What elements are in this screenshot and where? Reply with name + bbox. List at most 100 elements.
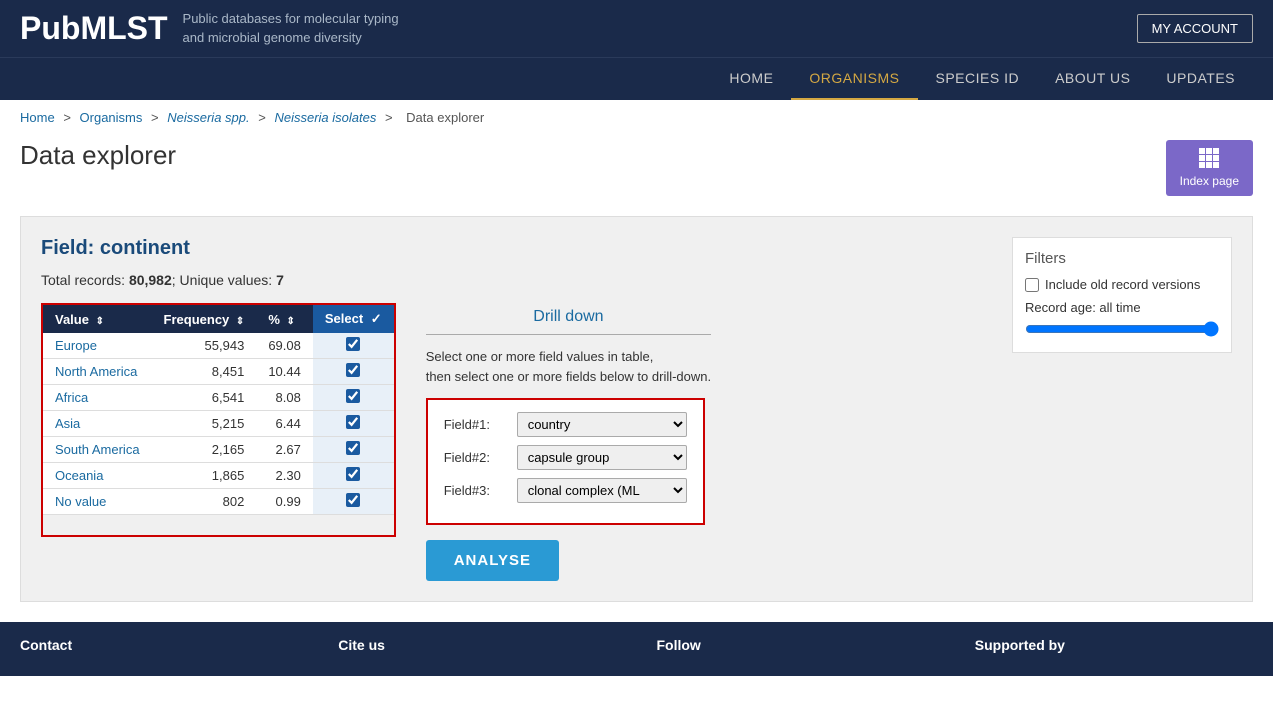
- drill-field-select-3[interactable]: country capsule group clonal complex (ML…: [517, 478, 687, 503]
- unique-values-value: 7: [276, 272, 284, 288]
- data-table-wrapper: Value ⇕ Frequency ⇕ % ⇕: [41, 303, 396, 537]
- table-value-link[interactable]: South America: [55, 442, 140, 457]
- nav-about-us[interactable]: ABOUT US: [1037, 58, 1148, 100]
- include-old-label: Include old record versions: [1045, 277, 1200, 292]
- table-cell-percent: 2.67: [256, 437, 313, 463]
- table-value-link[interactable]: North America: [55, 364, 137, 379]
- table-cell-frequency: 55,943: [152, 333, 257, 359]
- table-cell-value: Africa: [43, 385, 152, 411]
- breadcrumb-organisms[interactable]: Organisms: [80, 110, 143, 125]
- drill-section: Drill down Select one or more field valu…: [426, 308, 711, 581]
- table-cell-percent: 10.44: [256, 359, 313, 385]
- row-checkbox[interactable]: [346, 415, 360, 429]
- table-cell-select: [313, 359, 394, 385]
- row-checkbox[interactable]: [346, 363, 360, 377]
- grid-icon: [1199, 148, 1219, 168]
- field-title: Field: continent: [41, 237, 992, 260]
- logo-tagline: Public databases for molecular typing an…: [183, 10, 399, 46]
- drill-field-label-1: Field#1:: [444, 417, 509, 432]
- footer-supported: Supported by: [975, 637, 1253, 661]
- breadcrumb-data-explorer: Data explorer: [406, 110, 484, 125]
- table-cell-select: [313, 437, 394, 463]
- my-account-button[interactable]: MY ACCOUNT: [1137, 14, 1253, 43]
- footer: Contact Cite us Follow Supported by: [0, 622, 1273, 676]
- nav-updates[interactable]: UPDATES: [1148, 58, 1253, 100]
- breadcrumb: Home > Organisms > Neisseria spp. > Neis…: [0, 100, 1273, 135]
- drill-desc: Select one or more field values in table…: [426, 347, 711, 386]
- table-value-link[interactable]: No value: [55, 494, 106, 509]
- data-table: Value ⇕ Frequency ⇕ % ⇕: [43, 305, 394, 515]
- row-checkbox[interactable]: [346, 389, 360, 403]
- drill-field-row-3: Field#3: country capsule group clonal co…: [444, 478, 687, 503]
- table-row: North America 8,45110.44: [43, 359, 394, 385]
- breadcrumb-neisseria-isolates[interactable]: Neisseria isolates: [274, 110, 376, 125]
- col-value[interactable]: Value ⇕: [43, 305, 152, 333]
- drill-fields-box: Field#1: country capsule group clonal co…: [426, 398, 705, 525]
- drill-field-row-2: Field#2: country capsule group clonal co…: [444, 445, 687, 470]
- table-cell-frequency: 802: [152, 489, 257, 515]
- records-info: Total records: 80,982; Unique values: 7: [41, 272, 992, 288]
- table-cell-value: Oceania: [43, 463, 152, 489]
- breadcrumb-home[interactable]: Home: [20, 110, 55, 125]
- logo-mlst: MLST: [80, 10, 167, 46]
- table-value-link[interactable]: Africa: [55, 390, 88, 405]
- table-cell-percent: 2.30: [256, 463, 313, 489]
- table-cell-percent: 0.99: [256, 489, 313, 515]
- row-checkbox[interactable]: [346, 467, 360, 481]
- table-cell-frequency: 2,165: [152, 437, 257, 463]
- include-old-checkbox[interactable]: [1025, 278, 1039, 292]
- table-cell-percent: 8.08: [256, 385, 313, 411]
- age-slider[interactable]: [1025, 321, 1219, 337]
- col-percent[interactable]: % ⇕: [256, 305, 313, 333]
- footer-follow: Follow: [657, 637, 935, 661]
- footer-supported-title: Supported by: [975, 637, 1253, 653]
- drill-field-label-3: Field#3:: [444, 483, 509, 498]
- header-left: PubMLST Public databases for molecular t…: [20, 10, 399, 47]
- total-records-value: 80,982: [129, 272, 172, 288]
- page-header: Data explorer Index page: [0, 135, 1273, 206]
- footer-follow-title: Follow: [657, 637, 935, 653]
- table-cell-percent: 69.08: [256, 333, 313, 359]
- row-checkbox[interactable]: [346, 493, 360, 507]
- col-frequency[interactable]: Frequency ⇕: [152, 305, 257, 333]
- page-title: Data explorer: [20, 140, 176, 171]
- footer-contact-title: Contact: [20, 637, 298, 653]
- table-row: Europe 55,94369.08: [43, 333, 394, 359]
- left-panel: Field: continent Total records: 80,982; …: [41, 237, 992, 581]
- table-cell-frequency: 8,451: [152, 359, 257, 385]
- right-panel: Filters Include old record versions Reco…: [1012, 237, 1232, 581]
- table-row: No value 8020.99: [43, 489, 394, 515]
- footer-contact: Contact: [20, 637, 298, 661]
- drill-title: Drill down: [426, 308, 711, 326]
- nav-home[interactable]: HOME: [711, 58, 791, 100]
- filters-panel: Filters Include old record versions Reco…: [1012, 237, 1232, 353]
- index-page-button[interactable]: Index page: [1166, 140, 1253, 196]
- logo: PubMLST: [20, 10, 168, 47]
- row-checkbox[interactable]: [346, 441, 360, 455]
- nav-species-id[interactable]: SPECIES ID: [918, 58, 1038, 100]
- table-row: South America 2,1652.67: [43, 437, 394, 463]
- header: PubMLST Public databases for molecular t…: [0, 0, 1273, 57]
- age-slider-container: [1025, 321, 1219, 340]
- table-cell-value: South America: [43, 437, 152, 463]
- table-value-link[interactable]: Oceania: [55, 468, 103, 483]
- analyse-button[interactable]: ANALYSE: [426, 540, 559, 581]
- main-content: Field: continent Total records: 80,982; …: [20, 216, 1253, 602]
- table-row: Asia5,2156.44: [43, 411, 394, 437]
- table-value-link[interactable]: Europe: [55, 338, 97, 353]
- filters-title: Filters: [1025, 250, 1219, 267]
- table-row: Africa6,5418.08: [43, 385, 394, 411]
- drill-field-select-1[interactable]: country capsule group clonal complex (ML…: [517, 412, 687, 437]
- footer-cite-title: Cite us: [338, 637, 616, 653]
- col-select[interactable]: Select ✓: [313, 305, 394, 333]
- drill-field-select-2[interactable]: country capsule group clonal complex (ML…: [517, 445, 687, 470]
- table-cell-value: North America: [43, 359, 152, 385]
- table-cell-select: [313, 411, 394, 437]
- breadcrumb-neisseria-spp[interactable]: Neisseria spp.: [167, 110, 249, 125]
- nav-organisms[interactable]: ORGANISMS: [791, 58, 917, 100]
- table-cell-value: No value: [43, 489, 152, 515]
- footer-cite: Cite us: [338, 637, 616, 661]
- row-checkbox[interactable]: [346, 337, 360, 351]
- table-value-link[interactable]: Asia: [55, 416, 80, 431]
- table-cell-select: [313, 489, 394, 515]
